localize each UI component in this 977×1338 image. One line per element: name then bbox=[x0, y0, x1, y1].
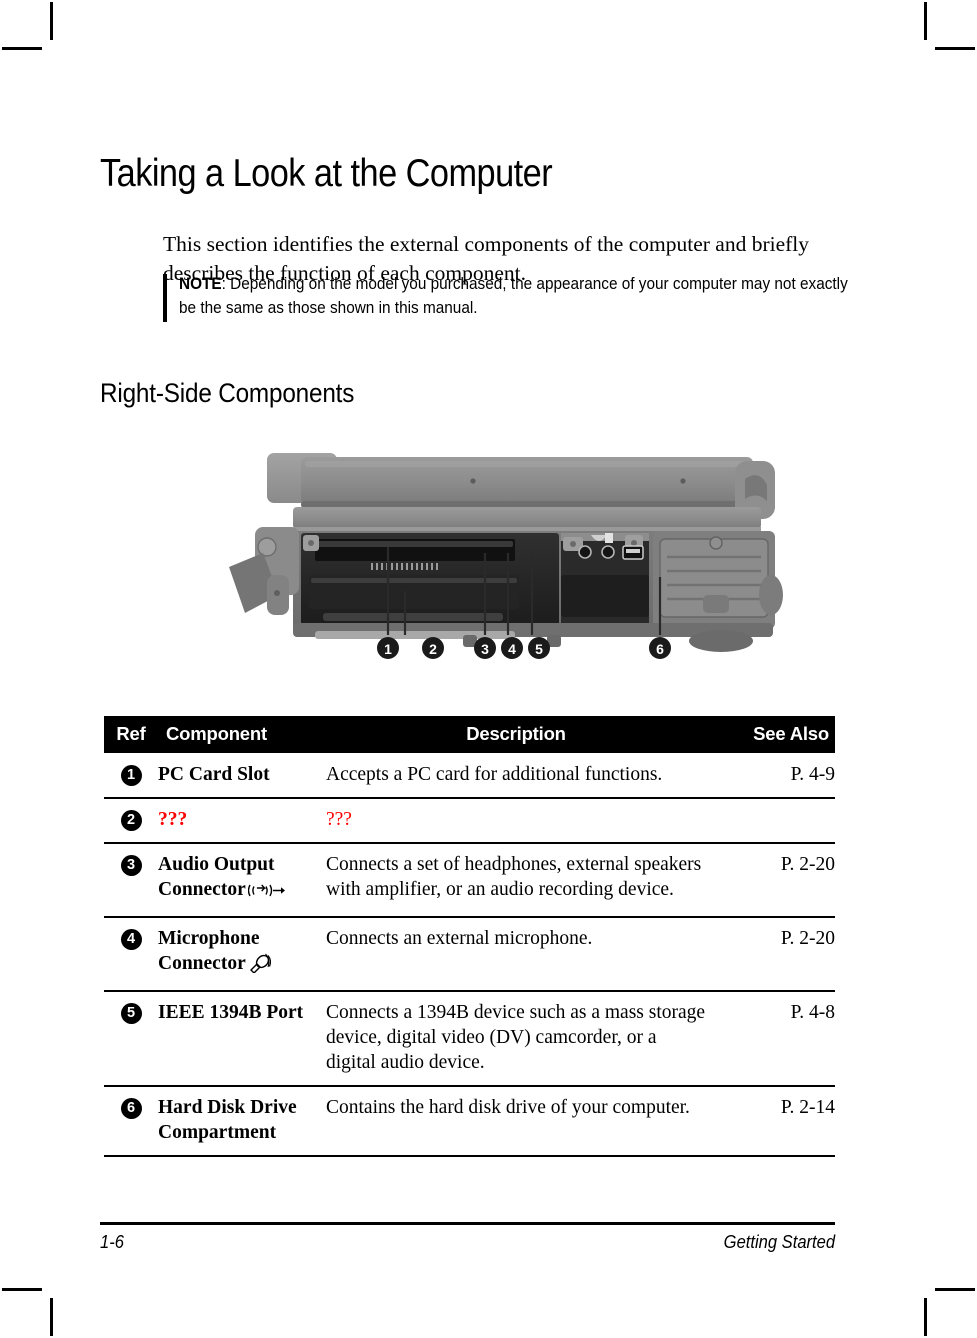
callout-5: 5 bbox=[528, 637, 550, 659]
svg-text:6: 6 bbox=[656, 641, 664, 657]
row-see-also-cell: P. 2-20 bbox=[706, 917, 835, 992]
callout-2: 2 bbox=[422, 637, 444, 659]
row-component-cell: PC Card Slot bbox=[158, 753, 326, 799]
row-component-cell: IEEE 1394B Port bbox=[158, 991, 326, 1087]
connector-bay bbox=[561, 533, 649, 627]
row-description-cell: Contains the hard disk drive of your com… bbox=[326, 1086, 706, 1157]
svg-text:4: 4 bbox=[508, 641, 516, 657]
component-label: IEEE 1394B Port bbox=[158, 1002, 304, 1023]
ref-bullet-6: 6 bbox=[120, 1098, 142, 1119]
ref-bullet-4: 4 bbox=[120, 929, 142, 950]
port-cavity bbox=[301, 533, 559, 627]
column-header-ref: Ref bbox=[104, 716, 158, 753]
column-header-see-also: See Also bbox=[706, 716, 835, 753]
row-ref-cell: 2 bbox=[104, 798, 158, 844]
display-lid bbox=[267, 453, 753, 508]
ref-bullet-2: 2 bbox=[120, 810, 142, 831]
section-heading: Right-Side Components bbox=[100, 378, 355, 409]
svg-text:2: 2 bbox=[429, 641, 437, 657]
microphone-icon bbox=[248, 953, 274, 980]
table-row: 1 PC Card Slot Accepts a PC card for add… bbox=[104, 753, 835, 799]
row-description-cell: Connects a 1394B device such as a mass s… bbox=[326, 991, 706, 1087]
row-ref-cell: 5 bbox=[104, 991, 158, 1087]
row-see-also-cell: P. 2-20 bbox=[706, 843, 835, 918]
component-label: Microphone Connector bbox=[158, 928, 260, 974]
footer-chapter: Getting Started bbox=[723, 1232, 835, 1252]
ref-bullet-5: 5 bbox=[120, 1003, 142, 1024]
svg-text:1: 1 bbox=[384, 641, 392, 657]
table-row: 5 IEEE 1394B Port Connects a 1394B devic… bbox=[104, 991, 835, 1087]
table-header-row: Ref Component Description See Also bbox=[104, 716, 835, 753]
row-ref-cell: 6 bbox=[104, 1086, 158, 1157]
callout-bullets: 1 2 3 4 5 6 bbox=[377, 637, 671, 659]
row-component-cell: Hard Disk Drive Compartment bbox=[158, 1086, 326, 1157]
ref-bullet-1: 1 bbox=[120, 765, 142, 786]
row-see-also-cell bbox=[706, 798, 835, 844]
page-title: Taking a Look at the Computer bbox=[100, 152, 553, 196]
table-row: 4 Microphone Connector Connects an exter… bbox=[104, 917, 835, 992]
manual-page: Taking a Look at the Computer This secti… bbox=[0, 0, 977, 1338]
column-header-component: Component bbox=[158, 716, 326, 753]
table-row: 3 Audio Output Connector Connects a set … bbox=[104, 843, 835, 918]
footer-page-number: 1-6 bbox=[100, 1232, 124, 1252]
component-label: PC Card Slot bbox=[158, 764, 270, 785]
column-header-description: Description bbox=[326, 716, 706, 753]
note-body: : Depending on the model you purchased, … bbox=[179, 275, 848, 317]
row-description-cell: Connects an external microphone. bbox=[326, 917, 706, 992]
table-row: 6 Hard Disk Drive Compartment Contains t… bbox=[104, 1086, 835, 1157]
note-label: NOTE bbox=[179, 275, 222, 293]
row-see-also-cell: P. 2-14 bbox=[706, 1086, 835, 1157]
computer-right-side-figure: 1 2 3 4 5 6 bbox=[205, 435, 785, 680]
callout-4: 4 bbox=[501, 637, 523, 659]
callout-6: 6 bbox=[649, 637, 671, 659]
note-callout: NOTE: Depending on the model you purchas… bbox=[163, 272, 853, 322]
callout-3: 3 bbox=[474, 637, 496, 659]
row-description-cell: Connects a set of headphones, external s… bbox=[326, 843, 706, 918]
computer-illustration: 1 2 3 4 5 6 bbox=[229, 453, 783, 659]
svg-text:3: 3 bbox=[481, 641, 489, 657]
row-component-cell: Audio Output Connector bbox=[158, 843, 326, 918]
row-component-cell: ??? bbox=[158, 798, 326, 844]
component-label-missing: ??? bbox=[158, 809, 188, 830]
svg-text:5: 5 bbox=[535, 641, 543, 657]
components-table: Ref Component Description See Also 1 PC … bbox=[104, 716, 835, 1157]
note-text: NOTE: Depending on the model you purchas… bbox=[179, 272, 850, 320]
hard-disk-compartment bbox=[653, 531, 775, 629]
callout-1: 1 bbox=[377, 637, 399, 659]
ref-bullet-3: 3 bbox=[120, 855, 142, 876]
row-description-cell: Accepts a PC card for additional functio… bbox=[326, 753, 706, 799]
row-ref-cell: 3 bbox=[104, 843, 158, 918]
footer-rule bbox=[100, 1222, 835, 1225]
description-missing: ??? bbox=[326, 809, 352, 830]
note-accent-bar bbox=[163, 274, 167, 322]
table-header: Ref Component Description See Also bbox=[104, 716, 835, 753]
row-component-cell: Microphone Connector bbox=[158, 917, 326, 992]
component-label: Hard Disk Drive Compartment bbox=[158, 1097, 297, 1143]
left-hinge-assembly bbox=[229, 527, 299, 615]
table-body: 1 PC Card Slot Accepts a PC card for add… bbox=[104, 753, 835, 1157]
row-ref-cell: 4 bbox=[104, 917, 158, 992]
row-ref-cell: 1 bbox=[104, 753, 158, 799]
row-description-cell: ??? bbox=[326, 798, 706, 844]
row-see-also-cell: P. 4-8 bbox=[706, 991, 835, 1087]
audio-output-icon bbox=[247, 881, 288, 906]
row-see-also-cell: P. 4-9 bbox=[706, 753, 835, 799]
table-row: 2 ??? ??? bbox=[104, 798, 835, 844]
